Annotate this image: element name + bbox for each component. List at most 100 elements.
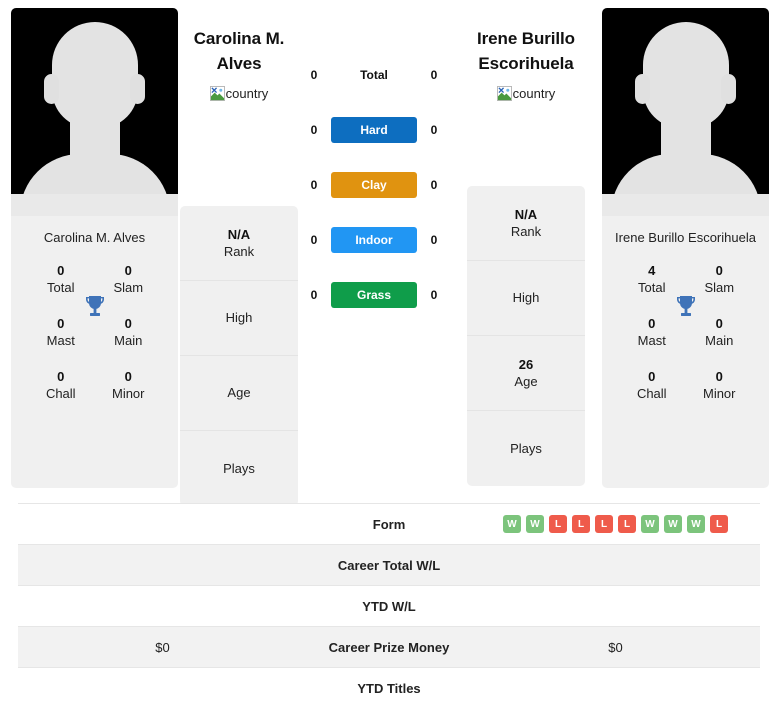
row-prize-right: $0: [608, 639, 623, 655]
row-prize-label: Career Prize Money: [328, 639, 450, 655]
surface-indoor-left-value: 0: [310, 233, 318, 247]
info-plays-label-left: Plays: [223, 460, 255, 476]
player-title-left-line1: Carolina M.: [193, 29, 285, 48]
surface-total-label: Total: [360, 68, 388, 82]
stat-slam-value: 0: [124, 263, 132, 278]
info-rank-label-left: Rank: [223, 243, 255, 259]
table-row: YTD W/L: [18, 585, 760, 627]
info-row-rank-left: N/A Rank: [180, 206, 298, 281]
info-high-label-right: High: [512, 290, 540, 305]
titles-grid-left: 0 Total 0 Slam 0 Mast 0 Main 0 Chall 0 M…: [11, 256, 178, 403]
table-row: Form WWLLLLWWWL: [18, 503, 760, 545]
row-form-left: [18, 504, 307, 545]
stat-chall-label: Chall: [636, 386, 667, 401]
form-badges: WWLLLLWWWL: [503, 515, 728, 534]
country-flag-left: country: [209, 86, 269, 101]
stat-total: 4 Total: [618, 262, 686, 297]
player-card-right[interactable]: Irene Burillo Escorihuela 4 Total 0 Slam…: [602, 8, 769, 488]
form-badge-loss: L: [618, 515, 636, 534]
stat-mast: 0 Mast: [27, 315, 95, 350]
surface-grass-right-value: 0: [430, 288, 438, 302]
surface-grass-label[interactable]: Grass: [331, 282, 417, 308]
info-row-high-left: High: [180, 281, 298, 356]
form-badge-win: W: [664, 515, 682, 534]
stat-slam: 0 Slam: [95, 262, 163, 297]
row-career-wl-label: Career Total W/L: [337, 557, 441, 573]
surface-row-clay: 0 Clay 0: [306, 172, 442, 198]
info-rank-value-right: N/A: [514, 206, 538, 222]
info-high-label-left: High: [225, 310, 253, 325]
titles-grid-right: 4 Total 0 Slam 0 Mast 0 Main 0 Chall 0 M…: [602, 256, 769, 403]
stat-minor-value: 0: [715, 369, 723, 384]
player-name-block-left: Carolina M. Alves country: [171, 0, 307, 106]
row-ytd-wl-label: YTD W/L: [362, 598, 416, 614]
row-form-label: Form: [372, 516, 406, 532]
player-title-left-line2: Alves: [216, 54, 262, 73]
row-form-right: WWLLLLWWWL: [471, 504, 760, 545]
info-row-age-right: 26 Age: [467, 336, 585, 411]
broken-image-icon: [496, 86, 512, 101]
player-photo-left: [11, 8, 178, 216]
surface-comparison: 0 Total 0 0 Hard 0 0 Clay 0 0 Indoor 0 0…: [306, 62, 442, 337]
surface-indoor-label[interactable]: Indoor: [331, 227, 417, 253]
stat-minor: 0 Minor: [686, 368, 754, 403]
avatar-ear-left: [635, 74, 650, 104]
stat-chall-label: Chall: [45, 386, 76, 401]
surface-grass-left-value: 0: [310, 288, 318, 302]
stat-main-label: Main: [114, 333, 143, 348]
player-title-right-line1: Irene Burillo: [477, 29, 575, 48]
surface-hard-right-value: 0: [430, 123, 438, 137]
form-badge-win: W: [687, 515, 705, 534]
surface-clay-left-value: 0: [310, 178, 318, 192]
stat-total: 0 Total: [27, 262, 95, 297]
stat-chall-value: 0: [57, 369, 65, 384]
stat-chall-value: 0: [648, 369, 656, 384]
row-career-wl-right: [471, 545, 760, 586]
info-age-value-right: 26: [518, 356, 534, 372]
info-age-label-left: Age: [227, 385, 251, 400]
form-badge-win: W: [503, 515, 521, 534]
comparison-header: Carolina M. Alves 0 Total 0 Slam 0 Mast …: [0, 0, 779, 506]
info-row-rank-right: N/A Rank: [467, 186, 585, 261]
country-flag-right-alt: country: [512, 86, 556, 101]
country-flag-left-alt: country: [225, 86, 269, 101]
surface-total-left-value: 0: [310, 68, 318, 82]
player-card-name-left: Carolina M. Alves: [43, 230, 146, 245]
table-row: YTD Titles: [18, 667, 760, 709]
row-ytd-wl-left: [18, 586, 307, 627]
player-card-name-right: Irene Burillo Escorihuela: [615, 230, 756, 245]
info-row-plays-left: Plays: [180, 431, 298, 506]
player-card-left[interactable]: Carolina M. Alves 0 Total 0 Slam 0 Mast …: [11, 8, 178, 488]
player-title-right-line2: Escorihuela: [478, 54, 574, 73]
surface-row-total: 0 Total 0: [306, 62, 442, 88]
player-photo-right: [602, 8, 769, 216]
form-badge-loss: L: [595, 515, 613, 534]
form-badge-loss: L: [572, 515, 590, 534]
info-rank-value-left: N/A: [227, 226, 251, 242]
surface-indoor-right-value: 0: [430, 233, 438, 247]
form-badge-loss: L: [549, 515, 567, 534]
info-panel-left: N/A Rank High Age Plays: [180, 206, 298, 506]
info-row-age-left: Age: [180, 356, 298, 431]
stat-minor-label: Minor: [111, 386, 145, 401]
player-title-left: Carolina M. Alves: [171, 0, 307, 76]
info-row-high-right: High: [467, 261, 585, 336]
row-prize-left: $0: [155, 639, 170, 655]
info-age-label-right: Age: [514, 373, 538, 389]
stat-mast-label: Mast: [637, 333, 666, 348]
surface-hard-label[interactable]: Hard: [331, 117, 417, 143]
surface-clay-label[interactable]: Clay: [331, 172, 417, 198]
surface-row-hard: 0 Hard 0: [306, 117, 442, 143]
info-plays-label-right: Plays: [510, 440, 542, 456]
row-career-wl-left: [18, 545, 307, 586]
broken-image-icon: [209, 86, 225, 101]
stat-main: 0 Main: [686, 315, 754, 350]
form-badge-win: W: [641, 515, 659, 534]
photo-fade: [602, 194, 769, 216]
country-flag-right: country: [496, 86, 556, 101]
stat-chall: 0 Chall: [27, 368, 95, 403]
player-name-block-right: Irene Burillo Escorihuela country: [458, 0, 594, 106]
stat-slam: 0 Slam: [686, 262, 754, 297]
info-row-plays-right: Plays: [467, 411, 585, 486]
photo-fade: [11, 194, 178, 216]
